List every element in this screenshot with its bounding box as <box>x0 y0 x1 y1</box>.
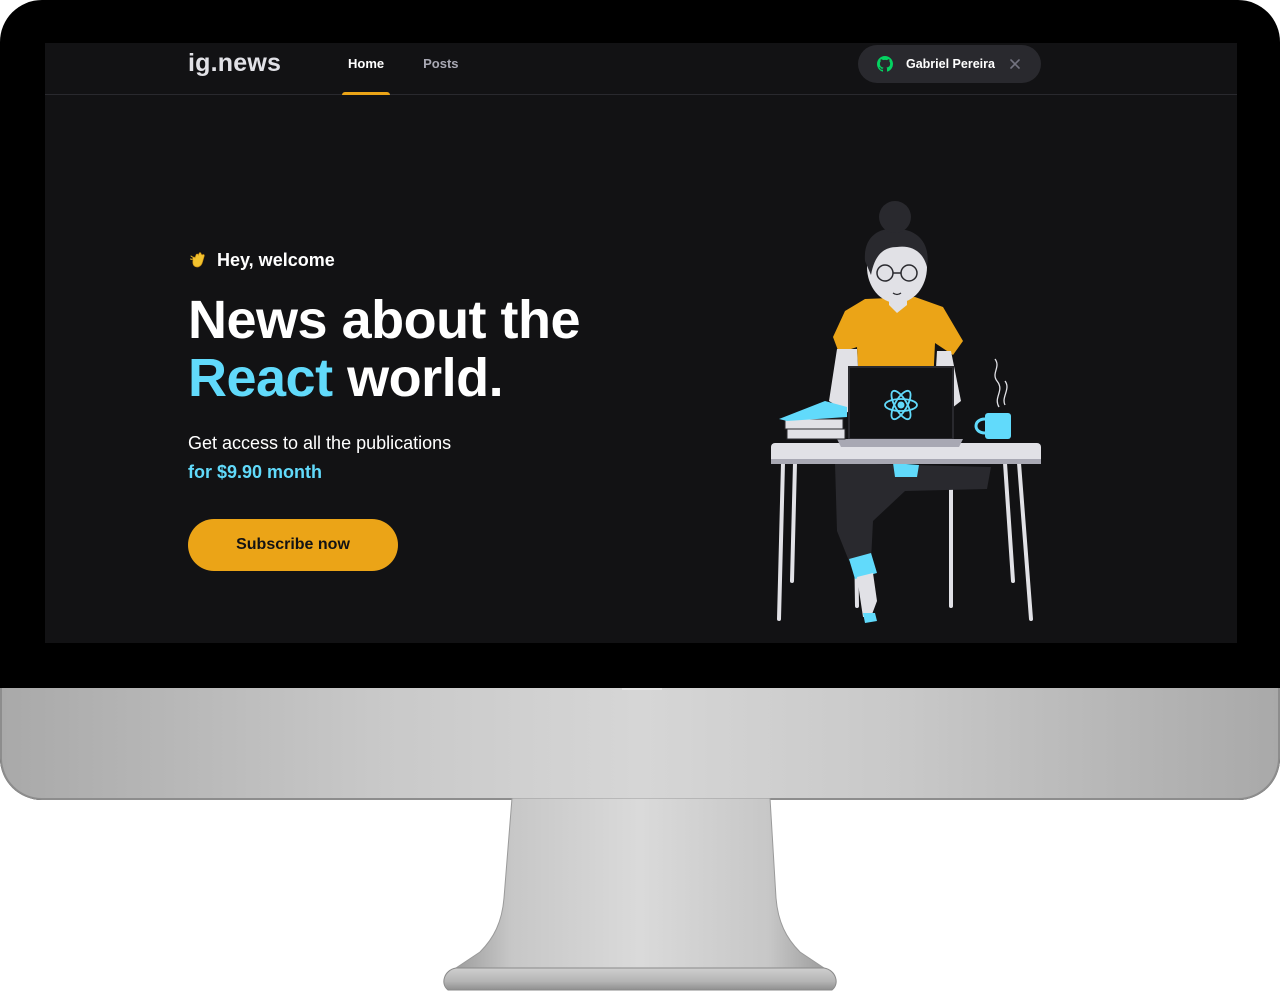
nav-posts-link[interactable]: Posts <box>417 43 464 95</box>
monitor-stand <box>0 797 1280 995</box>
subtitle: Get access to all the publications for $… <box>188 429 668 487</box>
waving-hand-icon <box>188 250 208 270</box>
greeting-text: Hey, welcome <box>217 249 335 270</box>
main-nav: Home Posts <box>342 43 492 95</box>
page-title: News about the React world. <box>188 291 668 407</box>
subtitle-text: Get access to all the publications <box>188 433 452 453</box>
hero-section: Hey, welcome News about the React world.… <box>188 247 668 571</box>
headline-accent: React <box>188 348 333 408</box>
close-icon[interactable] <box>1009 58 1021 70</box>
headline-line1: News about the <box>188 290 581 350</box>
headline-rest: world. <box>332 348 504 408</box>
monitor-notch <box>622 688 662 690</box>
nav-home-link[interactable]: Home <box>342 43 391 95</box>
site-logo[interactable]: ig.news <box>188 49 281 78</box>
price-text: for $9.90 month <box>188 462 323 482</box>
woman-at-laptop-illustration <box>765 201 1045 631</box>
site-header: ig.news Home Posts Gabriel Pereira <box>45 43 1237 95</box>
user-name: Gabriel Pereira <box>906 57 995 71</box>
signin-github-button[interactable]: Gabriel Pereira <box>858 45 1041 83</box>
monitor-frame: ig.news Home Posts Gabriel Pereira Hey, … <box>0 0 1280 800</box>
github-icon <box>877 56 893 72</box>
greeting: Hey, welcome <box>188 247 668 273</box>
subscribe-button[interactable]: Subscribe now <box>188 519 398 571</box>
browser-viewport: ig.news Home Posts Gabriel Pereira Hey, … <box>45 43 1237 643</box>
monitor-chin <box>0 688 1280 800</box>
